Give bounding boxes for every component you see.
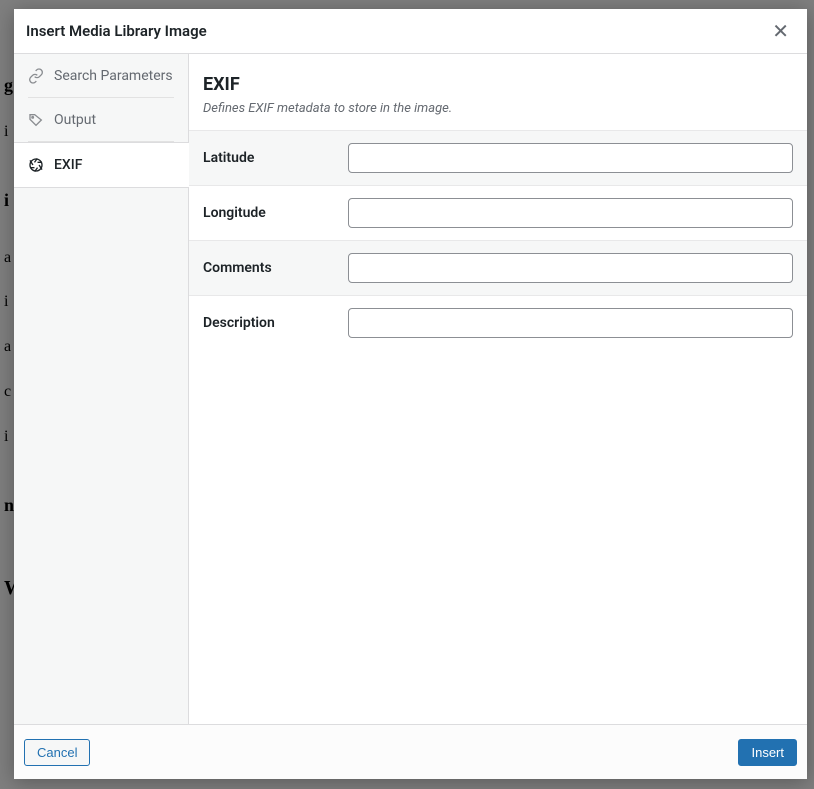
modal-title: Insert Media Library Image [26,22,207,40]
longitude-input[interactable] [348,198,793,228]
field-label: Latitude [203,150,348,166]
tag-icon [28,112,44,128]
form-row-latitude: Latitude [189,130,807,185]
sidebar-item-label: EXIF [54,157,82,173]
comments-input[interactable] [348,253,793,283]
insert-media-modal: Insert Media Library Image ✕ Search Para… [14,9,807,779]
form-row-description: Description [189,295,807,350]
sidebar-item-exif[interactable]: EXIF [14,142,189,188]
sidebar-item-search-parameters[interactable]: Search Parameters [14,54,188,98]
modal-footer: Cancel Insert [14,724,807,779]
content-description: Defines EXIF metadata to store in the im… [203,101,793,116]
description-input[interactable] [348,308,793,338]
form-row-comments: Comments [189,240,807,295]
form-rows: Latitude Longitude Comments Description [189,130,807,350]
cancel-button[interactable]: Cancel [24,739,90,766]
field-label: Longitude [203,205,348,221]
sidebar-item-output[interactable]: Output [14,98,188,142]
field-label: Description [203,315,348,331]
sidebar-item-label: Search Parameters [54,68,173,84]
insert-button[interactable]: Insert [738,739,797,766]
content-title: EXIF [203,74,793,95]
modal-body: Search Parameters Output [14,54,807,724]
sidebar-item-label: Output [54,112,96,128]
close-icon[interactable]: ✕ [766,19,795,43]
latitude-input[interactable] [348,143,793,173]
modal-header: Insert Media Library Image ✕ [14,9,807,54]
content-header: EXIF Defines EXIF metadata to store in t… [189,54,807,130]
field-label: Comments [203,260,348,276]
link-icon [28,68,44,84]
form-row-longitude: Longitude [189,185,807,240]
aperture-icon [28,157,44,173]
content-panel: EXIF Defines EXIF metadata to store in t… [189,54,807,724]
sidebar: Search Parameters Output [14,54,189,724]
